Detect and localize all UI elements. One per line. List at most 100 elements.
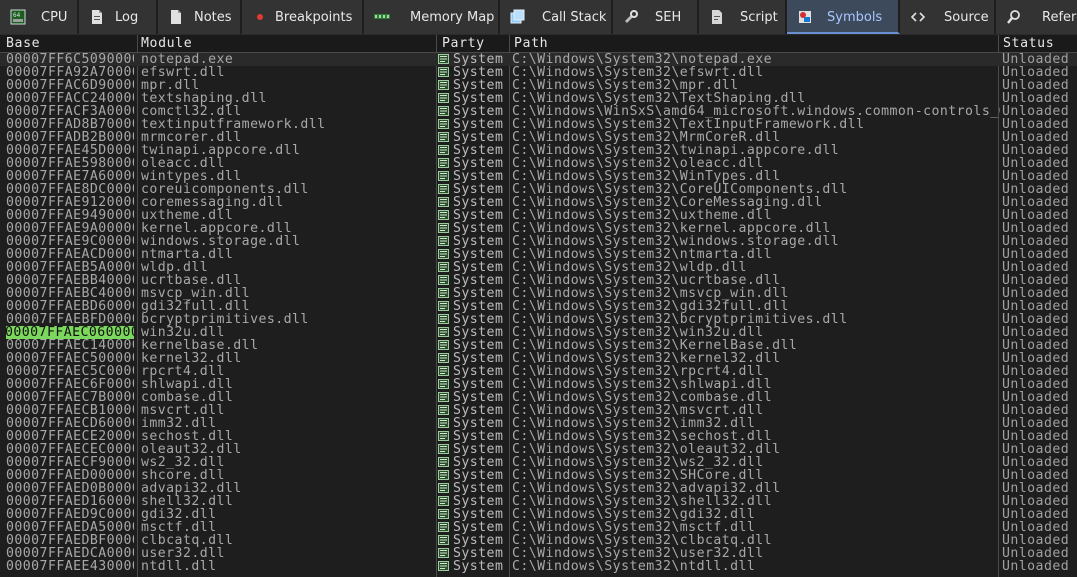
table-row[interactable]: 00007FFAEBB40000 ucrtbase.dll System C:\Win… bbox=[0, 274, 1077, 287]
tab-seh[interactable]: SEH bbox=[613, 0, 699, 34]
table-row[interactable]: 00007FFAEBC40000 msvcp_win.dll System C:\Wi… bbox=[0, 287, 1077, 300]
module-path-text: C:\Windows\System32\WinTypes.dll bbox=[512, 170, 781, 183]
table-row[interactable]: 00007FFAEDBF0000 clbcatq.dll System C:\Wind… bbox=[0, 534, 1077, 547]
base-address: 00007FFAEBB40000 bbox=[6, 274, 134, 287]
table-row[interactable]: 00007FFAE5980000 oleacc.dll System C:\Windo… bbox=[0, 157, 1077, 170]
table-row[interactable]: 00007FFAE8DC0000 coreuicomponents.dll Syst… bbox=[0, 183, 1077, 196]
module-name: shcore.dll bbox=[141, 469, 436, 482]
module-path-text: C:\Windows\System32\sechost.dll bbox=[512, 430, 773, 443]
table-row[interactable]: 00007FFACC240000 textshaping.dll System C:\… bbox=[0, 92, 1077, 105]
table-row[interactable]: 00007FFACF3A0000 comctl32.dll System C:\Win… bbox=[0, 105, 1077, 118]
table-row[interactable]: 00007FFAECF90000 ws2_32.dll System C:\Windo… bbox=[0, 456, 1077, 469]
table-body: 00007FF6C5090000 notepad.exe System C:\Wind… bbox=[0, 53, 1077, 573]
tab-memory-map[interactable]: Memory Map bbox=[364, 0, 500, 34]
module-name-text: advapi32.dll bbox=[141, 482, 242, 495]
table-row[interactable]: 00007FFAECB10000 msvcrt.dll System C:\Windo… bbox=[0, 404, 1077, 417]
table-row[interactable]: 00007FFAED160000 shell32.dll System C:\Wind… bbox=[0, 495, 1077, 508]
table-row[interactable]: 00007FFAE9490000 uxtheme.dll System C:\Wind… bbox=[0, 209, 1077, 222]
table-row[interactable]: 00007FFAEACD0000 ntmarta.dll System C:\Wind… bbox=[0, 248, 1077, 261]
party-text: System bbox=[453, 391, 504, 404]
table-row[interactable]: 00007FFAECD60000 imm32.dll System C:\Window… bbox=[0, 417, 1077, 430]
tab-breakpoints[interactable]: Breakpoints bbox=[242, 0, 364, 34]
tab-notes[interactable]: Notes bbox=[158, 0, 242, 34]
system-module-icon bbox=[438, 287, 453, 300]
table-row[interactable]: 00007FFAE7A60000 wintypes.dll System C:\Win… bbox=[0, 170, 1077, 183]
table-row[interactable]: 00007FFAEC7B0000 combase.dll System C:\Wind… bbox=[0, 391, 1077, 404]
table-row[interactable]: 00007FFAE9A00000 kernel.appcore.dll System… bbox=[0, 222, 1077, 235]
module-path-text: C:\Windows\System32\msvcp_win.dll bbox=[512, 287, 789, 300]
module-path: C:\Windows\System32\CoreMessaging.dll bbox=[512, 196, 1000, 209]
table-row[interactable]: 00007FFAE45D0000 twinapi.appcore.dll Syste… bbox=[0, 144, 1077, 157]
module-name: bcryptprimitives.dll bbox=[141, 313, 436, 326]
base-address-text: 00007FFAECF90000 bbox=[6, 456, 134, 469]
load-status-text: Unloaded bbox=[1002, 157, 1070, 170]
column-header-status[interactable]: Status bbox=[997, 35, 1077, 52]
base-address: 00007FFAEDCA0000 bbox=[6, 547, 134, 560]
load-status: Unloaded bbox=[1002, 391, 1077, 404]
column-header-base[interactable]: Base bbox=[0, 35, 137, 52]
module-path: C:\Windows\System32\ntmarta.dll bbox=[512, 248, 1000, 261]
base-address: 00007FFAC6D90000 bbox=[6, 79, 134, 92]
base-address: 00007FFAEBD60000 bbox=[6, 300, 134, 313]
tab-log[interactable]: Log bbox=[79, 0, 158, 34]
system-module-icon bbox=[438, 300, 453, 313]
party: System bbox=[438, 521, 508, 534]
module-path: C:\Windows\System32\WinTypes.dll bbox=[512, 170, 1000, 183]
party: System bbox=[438, 248, 508, 261]
module-name: shell32.dll bbox=[141, 495, 436, 508]
table-row[interactable]: 00007FFAE9120000 coremessaging.dll System C… bbox=[0, 196, 1077, 209]
tab-call-stack[interactable]: Call Stack bbox=[500, 0, 613, 34]
module-name: imm32.dll bbox=[141, 417, 436, 430]
tab-label: CPU bbox=[41, 10, 68, 25]
module-path-text: C:\Windows\System32\bcryptprimitives.dll bbox=[512, 313, 848, 326]
table-row[interactable]: 00007FFAEC140000 kernelbase.dll System C:\W… bbox=[0, 339, 1077, 352]
load-status-text: Unloaded bbox=[1002, 209, 1070, 222]
module-name-text: efswrt.dll bbox=[141, 66, 225, 79]
table-row[interactable]: 00007FFAE9C00000 windows.storage.dll Syste… bbox=[0, 235, 1077, 248]
module-path: C:\Windows\System32\efswrt.dll bbox=[512, 66, 1000, 79]
column-header-path[interactable]: Path bbox=[508, 35, 1000, 52]
table-row[interactable]: 00007FFAEBD60000 gdi32full.dll System C:\Wi… bbox=[0, 300, 1077, 313]
table-row[interactable]: 00007FFA92A70000 efswrt.dll System C:\Windo… bbox=[0, 66, 1077, 79]
table-row[interactable]: 00007FFAEC500000 kernel32.dll System C:\Win… bbox=[0, 352, 1077, 365]
module-path-text: C:\Windows\System32\ws2_32.dll bbox=[512, 456, 764, 469]
system-module-icon bbox=[438, 209, 453, 222]
table-row[interactable]: 00007FFAEBFD0000 bcryptprimitives.dll Syst… bbox=[0, 313, 1077, 326]
table-row[interactable]: 00007FFAECEC0000 oleaut32.dll System C:\Win… bbox=[0, 443, 1077, 456]
table-row[interactable]: 00007FFAED9C0000 gdi32.dll System C:\Window… bbox=[0, 508, 1077, 521]
table-row[interactable]: 00007FFADB2B0000 mrmcorer.dll System C:\Win… bbox=[0, 131, 1077, 144]
table-row[interactable]: 00007FFAECE20000 sechost.dll System C:\Wind… bbox=[0, 430, 1077, 443]
module-path: C:\Windows\System32\TextShaping.dll bbox=[512, 92, 1000, 105]
base-address: 00007FFA92A70000 bbox=[6, 66, 134, 79]
column-header-party[interactable]: Party bbox=[436, 35, 509, 52]
module-name: notepad.exe bbox=[141, 53, 436, 66]
table-row[interactable]: 00007FFAEC5C0000 rpcrt4.dll System C:\Windo… bbox=[0, 365, 1077, 378]
party-text: System bbox=[453, 248, 504, 261]
module-path-text: C:\Windows\System32\msvcrt.dll bbox=[512, 404, 764, 417]
table-row[interactable]: 00007FFAD8B70000 textinputframework.dll Sy… bbox=[0, 118, 1077, 131]
tab-script[interactable]: Script bbox=[699, 0, 787, 34]
table-row[interactable]: 00007FF6C5090000 notepad.exe System C:\Wind… bbox=[0, 53, 1077, 66]
table-row[interactable]: 00007FFAEDCA0000 user32.dll System C:\Windo… bbox=[0, 547, 1077, 560]
table-row[interactable]: 00007FFAEE430000 ntdll.dll System C:\Window… bbox=[0, 560, 1077, 573]
tab-symbols[interactable]: Symbols bbox=[787, 0, 900, 34]
tab-source[interactable]: Source bbox=[900, 0, 996, 34]
table-row[interactable]: 00007FFAC6D90000 mpr.dll System C:\Windows\… bbox=[0, 79, 1077, 92]
party-text: System bbox=[453, 547, 504, 560]
tab-references[interactable]: References bbox=[996, 0, 1077, 34]
module-path-text: C:\Windows\System32\win32u.dll bbox=[512, 326, 764, 339]
table-row[interactable]: 00007FFAEC060000 win32u.dll System C:\Windo… bbox=[0, 326, 1077, 339]
tab-cpu[interactable]: 64 CPU bbox=[0, 0, 79, 34]
module-name: sechost.dll bbox=[141, 430, 436, 443]
symbols-table: Base Module Party Path Status 00007FF6C5… bbox=[0, 35, 1077, 577]
table-row[interactable]: 00007FFAED0B0000 advapi32.dll System C:\Win… bbox=[0, 482, 1077, 495]
table-row[interactable]: 00007FFAEC6F0000 shlwapi.dll System C:\Wind… bbox=[0, 378, 1077, 391]
system-module-icon bbox=[438, 235, 453, 248]
module-path-text: C:\Windows\System32\ucrtbase.dll bbox=[512, 274, 781, 287]
table-row[interactable]: 00007FFAED000000 shcore.dll System C:\Windo… bbox=[0, 469, 1077, 482]
cpu-icon: 64 bbox=[10, 9, 26, 25]
module-path: C:\Windows\System32\wldp.dll bbox=[512, 261, 1000, 274]
column-header-module[interactable]: Module bbox=[135, 35, 437, 52]
table-row[interactable]: 00007FFAEDA50000 msctf.dll System C:\Window… bbox=[0, 521, 1077, 534]
table-row[interactable]: 00007FFAEB5A0000 wldp.dll System C:\Windows… bbox=[0, 261, 1077, 274]
